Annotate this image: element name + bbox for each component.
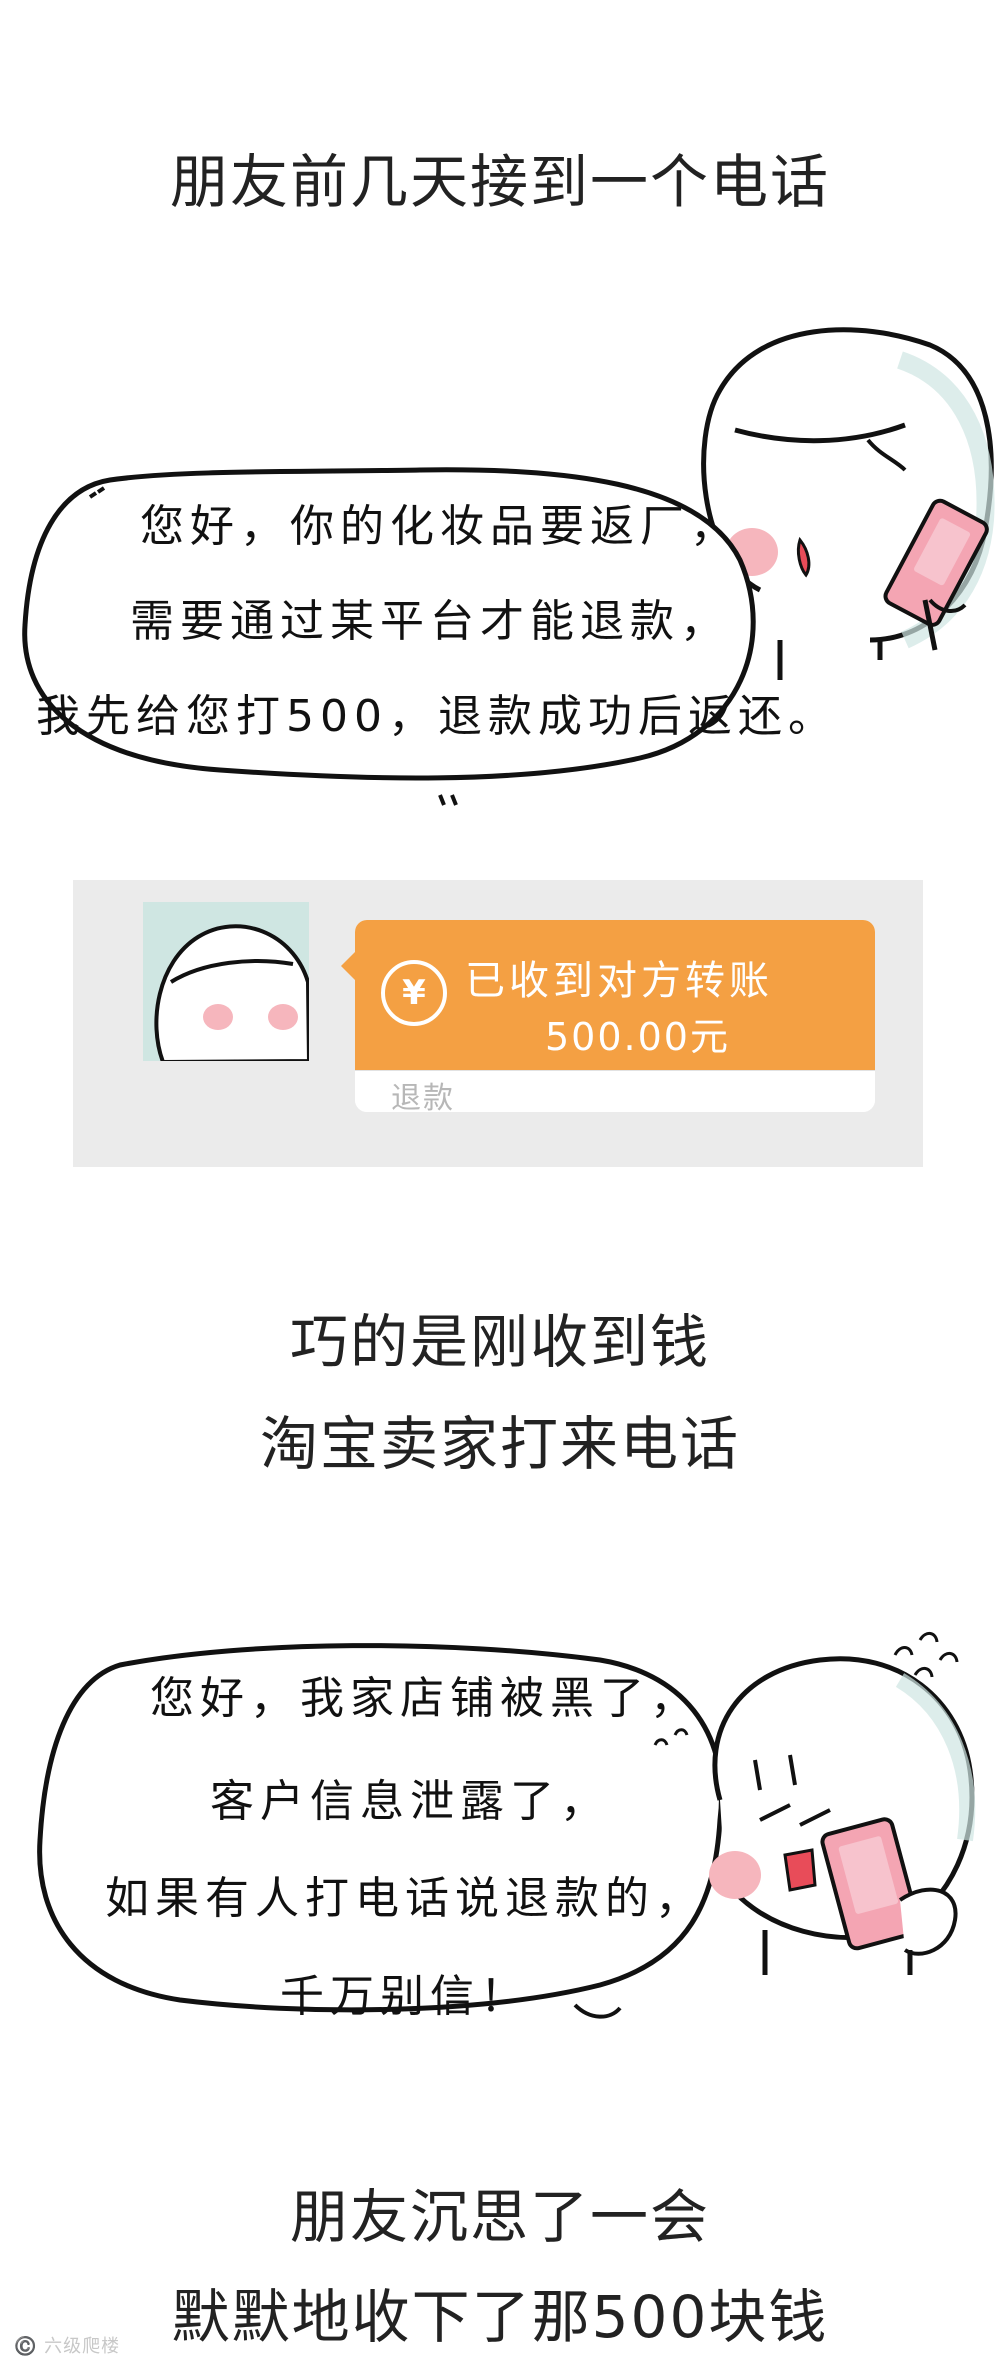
bubble2-line4: 千万别信！ [280,1971,530,2022]
worried-character-illustration [37,1632,976,2019]
caption-kept-500: 默默地收下了那500块钱 [171,2283,829,2351]
watermark: ©️ 六级爬楼 [14,2336,121,2357]
caption-friend-pondered: 朋友沉思了一会 [289,2183,710,2251]
bubble2-line2: 客户信息泄露了， [210,1776,610,1827]
bubble2-line3: 如果有人打电话说退款的， [105,1873,705,1924]
bubble2-line1: 您好，我家店铺被黑了， [150,1673,700,1724]
